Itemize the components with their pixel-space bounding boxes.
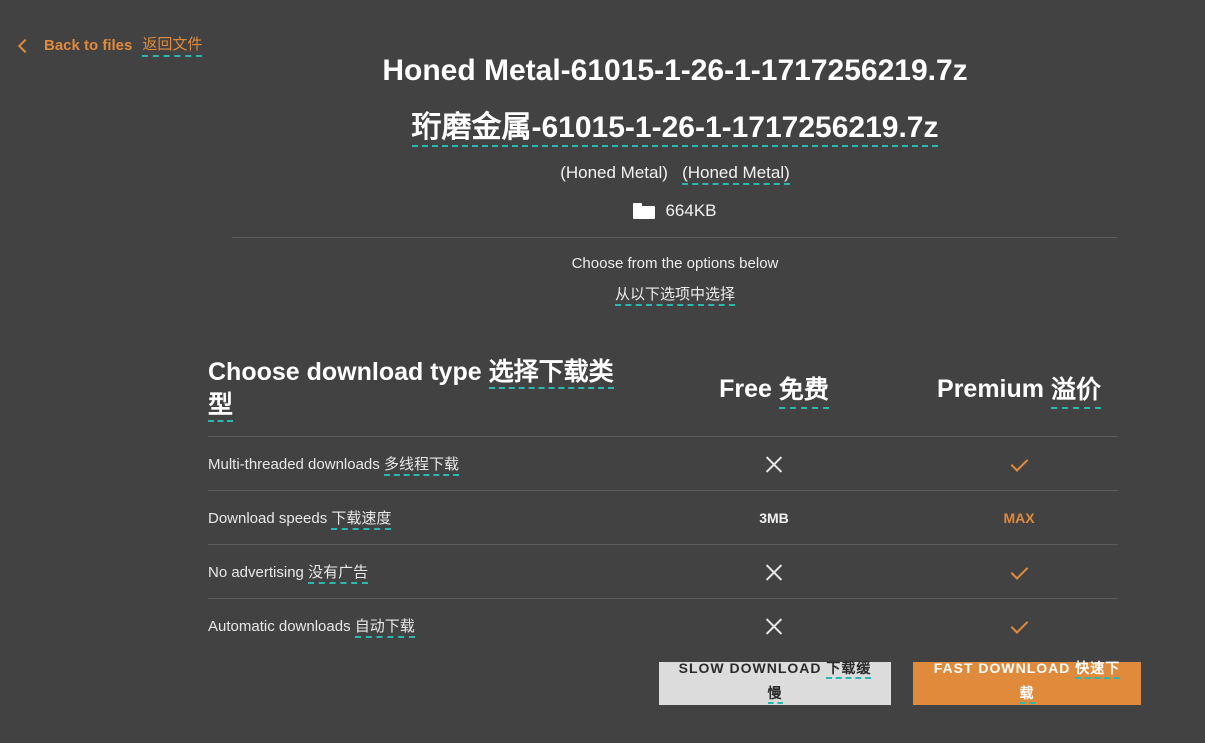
- row-label: Download speeds 下载速度: [208, 507, 628, 530]
- choose-options-zh-text: 从以下选项中选择: [614, 286, 735, 306]
- header-free-en: Free: [719, 374, 772, 403]
- row-label-en: Multi-threaded downloads: [208, 456, 380, 473]
- slow-download-label-en: SLOW DOWNLOAD: [678, 660, 822, 676]
- choose-options-zh: 从以下选项中选择: [0, 283, 1205, 306]
- premium-speed-value: MAX: [1003, 509, 1035, 526]
- table-row: Automatic downloads 自动下载: [208, 599, 1118, 652]
- row-label-zh: 下载速度: [331, 510, 392, 530]
- slow-download-button[interactable]: SLOW DOWNLOAD 下载缓慢: [659, 660, 891, 705]
- header-download-type: Choose download type 选择下载类型: [208, 356, 628, 436]
- header-free: Free 免费: [628, 356, 920, 436]
- file-title-zh-suffix: -61015-1-26-1-1717256219.7z: [531, 111, 939, 144]
- file-name-zh: (Honed Metal): [682, 163, 790, 185]
- row-label-zh: 多线程下载: [383, 456, 459, 476]
- row-label: Automatic downloads 自动下载: [208, 615, 628, 638]
- header-type-en: Choose download type: [208, 358, 482, 386]
- row-label-zh: 没有广告: [308, 564, 369, 584]
- header-premium: Premium 溢价: [920, 356, 1118, 436]
- check-icon: [1010, 563, 1028, 581]
- table-row: Multi-threaded downloads 多线程下载: [208, 437, 1118, 491]
- row-label: No advertising 没有广告: [208, 561, 628, 584]
- file-title-zh: 珩磨金属-61015-1-26-1-1717256219.7z: [0, 102, 1205, 147]
- row-label-zh: 自动下载: [354, 618, 415, 638]
- header-free-zh: 免费: [778, 370, 829, 409]
- back-label-en: Back to files: [44, 36, 133, 54]
- header-premium-en: Premium: [937, 374, 1044, 403]
- table-row: No advertising 没有广告: [208, 545, 1118, 599]
- check-icon: [1010, 617, 1028, 635]
- row-label: Multi-threaded downloads 多线程下载: [208, 453, 628, 476]
- download-type-table: Choose download type 选择下载类型 Free 免费 Prem…: [208, 356, 1118, 652]
- row-label-en: Automatic downloads: [208, 618, 351, 635]
- folder-icon: [633, 203, 656, 219]
- file-size-row: 664KB: [0, 201, 1205, 221]
- fast-download-label-en: FAST DOWNLOAD: [933, 660, 1071, 676]
- file-size: 664KB: [665, 201, 717, 220]
- table-row: Download speeds 下载速度 3MB MAX: [208, 491, 1118, 545]
- choose-options-en: Choose from the options below: [571, 255, 779, 272]
- x-icon: [765, 455, 783, 473]
- x-icon: [765, 617, 783, 635]
- x-icon: [765, 563, 783, 581]
- chevron-left-icon: [17, 38, 33, 53]
- file-name-en: (Honed Metal): [560, 163, 668, 182]
- header-premium-zh: 溢价: [1050, 370, 1101, 409]
- fast-download-button[interactable]: FAST DOWNLOAD 快速下载: [913, 660, 1141, 705]
- table-header: Choose download type 选择下载类型 Free 免费 Prem…: [208, 356, 1118, 437]
- file-title-zh-prefix: 珩磨金属: [411, 111, 532, 144]
- divider: [232, 237, 1117, 238]
- free-speed-value: 3MB: [759, 509, 789, 526]
- file-title-en: Honed Metal-61015-1-26-1-1717256219.7z: [382, 54, 968, 87]
- row-label-en: No advertising: [208, 564, 304, 581]
- check-icon: [1010, 455, 1028, 473]
- row-label-en: Download speeds: [208, 510, 328, 527]
- file-subname: (Honed Metal) (Honed Metal): [0, 163, 1205, 185]
